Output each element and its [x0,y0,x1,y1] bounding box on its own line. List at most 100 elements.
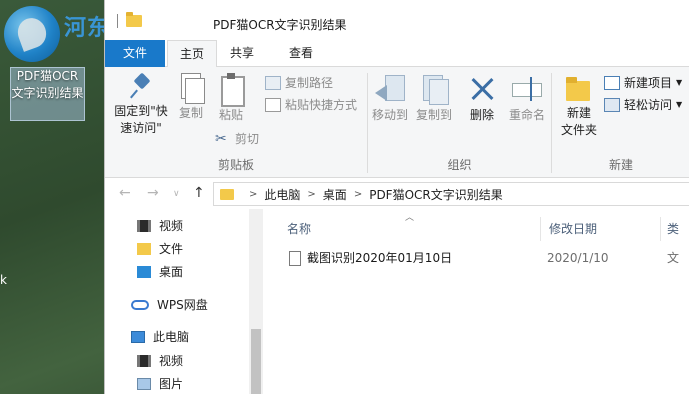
new-item-icon [604,76,620,90]
move-to-button[interactable]: 移动到 [370,73,410,124]
watermark-logo-icon [4,6,60,62]
folder-icon[interactable] [126,12,142,27]
paste-label: 粘贴 [218,108,243,122]
nav-item-label: 视频 [159,219,184,233]
folder-icon [137,243,151,255]
folder-icon [220,188,234,200]
document-icon [289,251,301,266]
recent-chevron-down-icon[interactable]: ∨ [173,189,180,199]
toolbar-divider [117,14,118,28]
video-icon [137,355,151,367]
copy-label: 复制 [178,106,203,120]
back-arrow-icon[interactable]: ← [119,185,131,201]
chevron-right-icon[interactable]: > [307,189,315,200]
pc-icon [131,331,145,343]
clipboard-group: 固定到"快速访问" 复制 粘贴 复制路径 粘贴快捷方式 剪切 剪 [105,67,367,178]
tab-view[interactable]: 查看 [275,40,327,67]
rename-button[interactable]: 重命名 [506,73,548,124]
breadcrumb-item[interactable]: 此电脑 [264,186,300,203]
move-to-label: 移动到 [371,108,408,122]
ribbon-tabs: 文件 主页 共享 查看 [105,40,689,68]
column-header-row: ︿ 名称 修改日期 类 [267,213,689,241]
navigation-pane: 视频 文件 桌面 WPS网盘 此电脑 视频 图片 [105,209,265,394]
clipboard-group-label: 剪贴板 [217,158,254,172]
nav-item-label: WPS网盘 [157,298,208,312]
paste-shortcut-icon [265,98,281,112]
desktop-folder-icon[interactable]: PDF猫OCR文字识别结果 [10,67,85,121]
forward-arrow-icon[interactable]: → [147,185,159,201]
picture-icon [137,378,151,390]
nav-item-label: 图片 [159,377,184,391]
nav-item-wps-cloud[interactable]: WPS网盘 [131,295,208,315]
new-item-label: 新建项目 [624,76,673,90]
window-title: PDF猫OCR文字识别结果 [213,18,347,32]
nav-item-videos-pc[interactable]: 视频 [137,351,183,371]
copy-path-button[interactable]: 复制路径 [265,73,333,93]
nav-item-pictures[interactable]: 图片 [137,374,183,394]
file-row[interactable]: 截图识别2020年01月10日 2020/1/10 文 [267,247,689,269]
tab-home[interactable]: 主页 [167,40,217,68]
explorer-window: PDF猫OCR文字识别结果 文件 主页 共享 查看 固定到"快速访问" 复制 粘… [104,0,689,394]
title-bar: PDF猫OCR文字识别结果 [105,0,689,40]
cut-button[interactable]: 剪切 [215,129,259,149]
easy-access-label: 轻松访问 [624,98,673,112]
easy-access-icon [604,98,620,112]
file-date: 2020/1/10 [547,251,609,265]
desktop-folder-label: PDF猫OCR文字识别结果 [11,69,84,100]
desktop-icon [137,266,151,278]
file-name: 截图识别2020年01月10日 [307,251,453,265]
chevron-right-icon[interactable]: > [354,189,362,200]
address-bar[interactable]: > 此电脑 > 桌面 > PDF猫OCR文字识别结果 [213,182,689,206]
copy-icon [178,73,205,104]
delete-label: 删除 [469,108,494,122]
nav-scrollbar-thumb[interactable] [251,329,261,394]
nav-item-videos[interactable]: 视频 [137,216,183,236]
move-to-icon [373,73,407,105]
easy-access-button[interactable]: 轻松访问 ▼ [604,95,682,115]
chevron-right-icon[interactable]: > [249,189,257,200]
nav-item-label: 视频 [159,354,184,368]
pin-quick-access-label: 固定到"快速访问" [114,104,168,135]
tab-share[interactable]: 共享 [217,40,267,67]
rename-icon [510,73,544,105]
desktop-edge-text: k [0,273,7,287]
pin-icon [127,73,155,101]
nav-item-desktop[interactable]: 桌面 [137,262,183,282]
delete-button[interactable]: 删除 [464,73,500,124]
nav-item-label: 文件 [159,242,184,256]
nav-item-label: 此电脑 [153,330,190,344]
paste-icon [217,73,245,107]
cut-label: 剪切 [235,132,260,146]
pin-quick-access-button[interactable]: 固定到"快速访问" [109,73,173,137]
copy-button[interactable]: 复制 [175,73,207,122]
file-list: ︿ 名称 修改日期 类 截图识别2020年01月10日 2020/1/10 文 [267,209,689,394]
new-group-label: 新建 [608,158,633,172]
breadcrumb-item[interactable]: 桌面 [323,186,347,203]
new-folder-icon [564,73,594,103]
ribbon: 固定到"快速访问" 复制 粘贴 复制路径 粘贴快捷方式 剪切 剪 [105,67,689,178]
new-folder-button[interactable]: 新建 文件夹 [558,73,600,139]
copy-to-button[interactable]: 复制到 [414,73,454,124]
column-header-type[interactable]: 类 [660,217,689,241]
column-header-date[interactable]: 修改日期 [540,217,660,241]
chevron-down-icon: ▼ [676,78,683,87]
up-arrow-icon[interactable]: ↑ [193,185,205,201]
scissors-icon [215,129,231,149]
breadcrumb-item[interactable]: PDF猫OCR文字识别结果 [369,186,503,203]
video-icon [137,220,151,232]
tab-file[interactable]: 文件 [105,40,165,67]
new-item-button[interactable]: 新建项目 ▼ [604,73,682,93]
paste-shortcut-button[interactable]: 粘贴快捷方式 [265,95,357,115]
navigation-bar: ← → ∨ ↑ > 此电脑 > 桌面 > PDF猫OCR文字识别结果 [105,179,689,209]
delete-icon [467,73,497,105]
nav-item-files[interactable]: 文件 [137,239,183,259]
paste-shortcut-label: 粘贴快捷方式 [285,98,358,112]
nav-item-label: 桌面 [159,265,184,279]
copy-to-icon [417,73,451,105]
paste-button[interactable]: 粘贴 [213,73,249,124]
column-header-name[interactable]: 名称 [267,217,540,241]
cloud-icon [131,300,149,310]
organize-group-label: 组织 [447,158,472,172]
quick-access-toolbar [113,12,142,28]
nav-item-this-pc[interactable]: 此电脑 [131,327,189,347]
